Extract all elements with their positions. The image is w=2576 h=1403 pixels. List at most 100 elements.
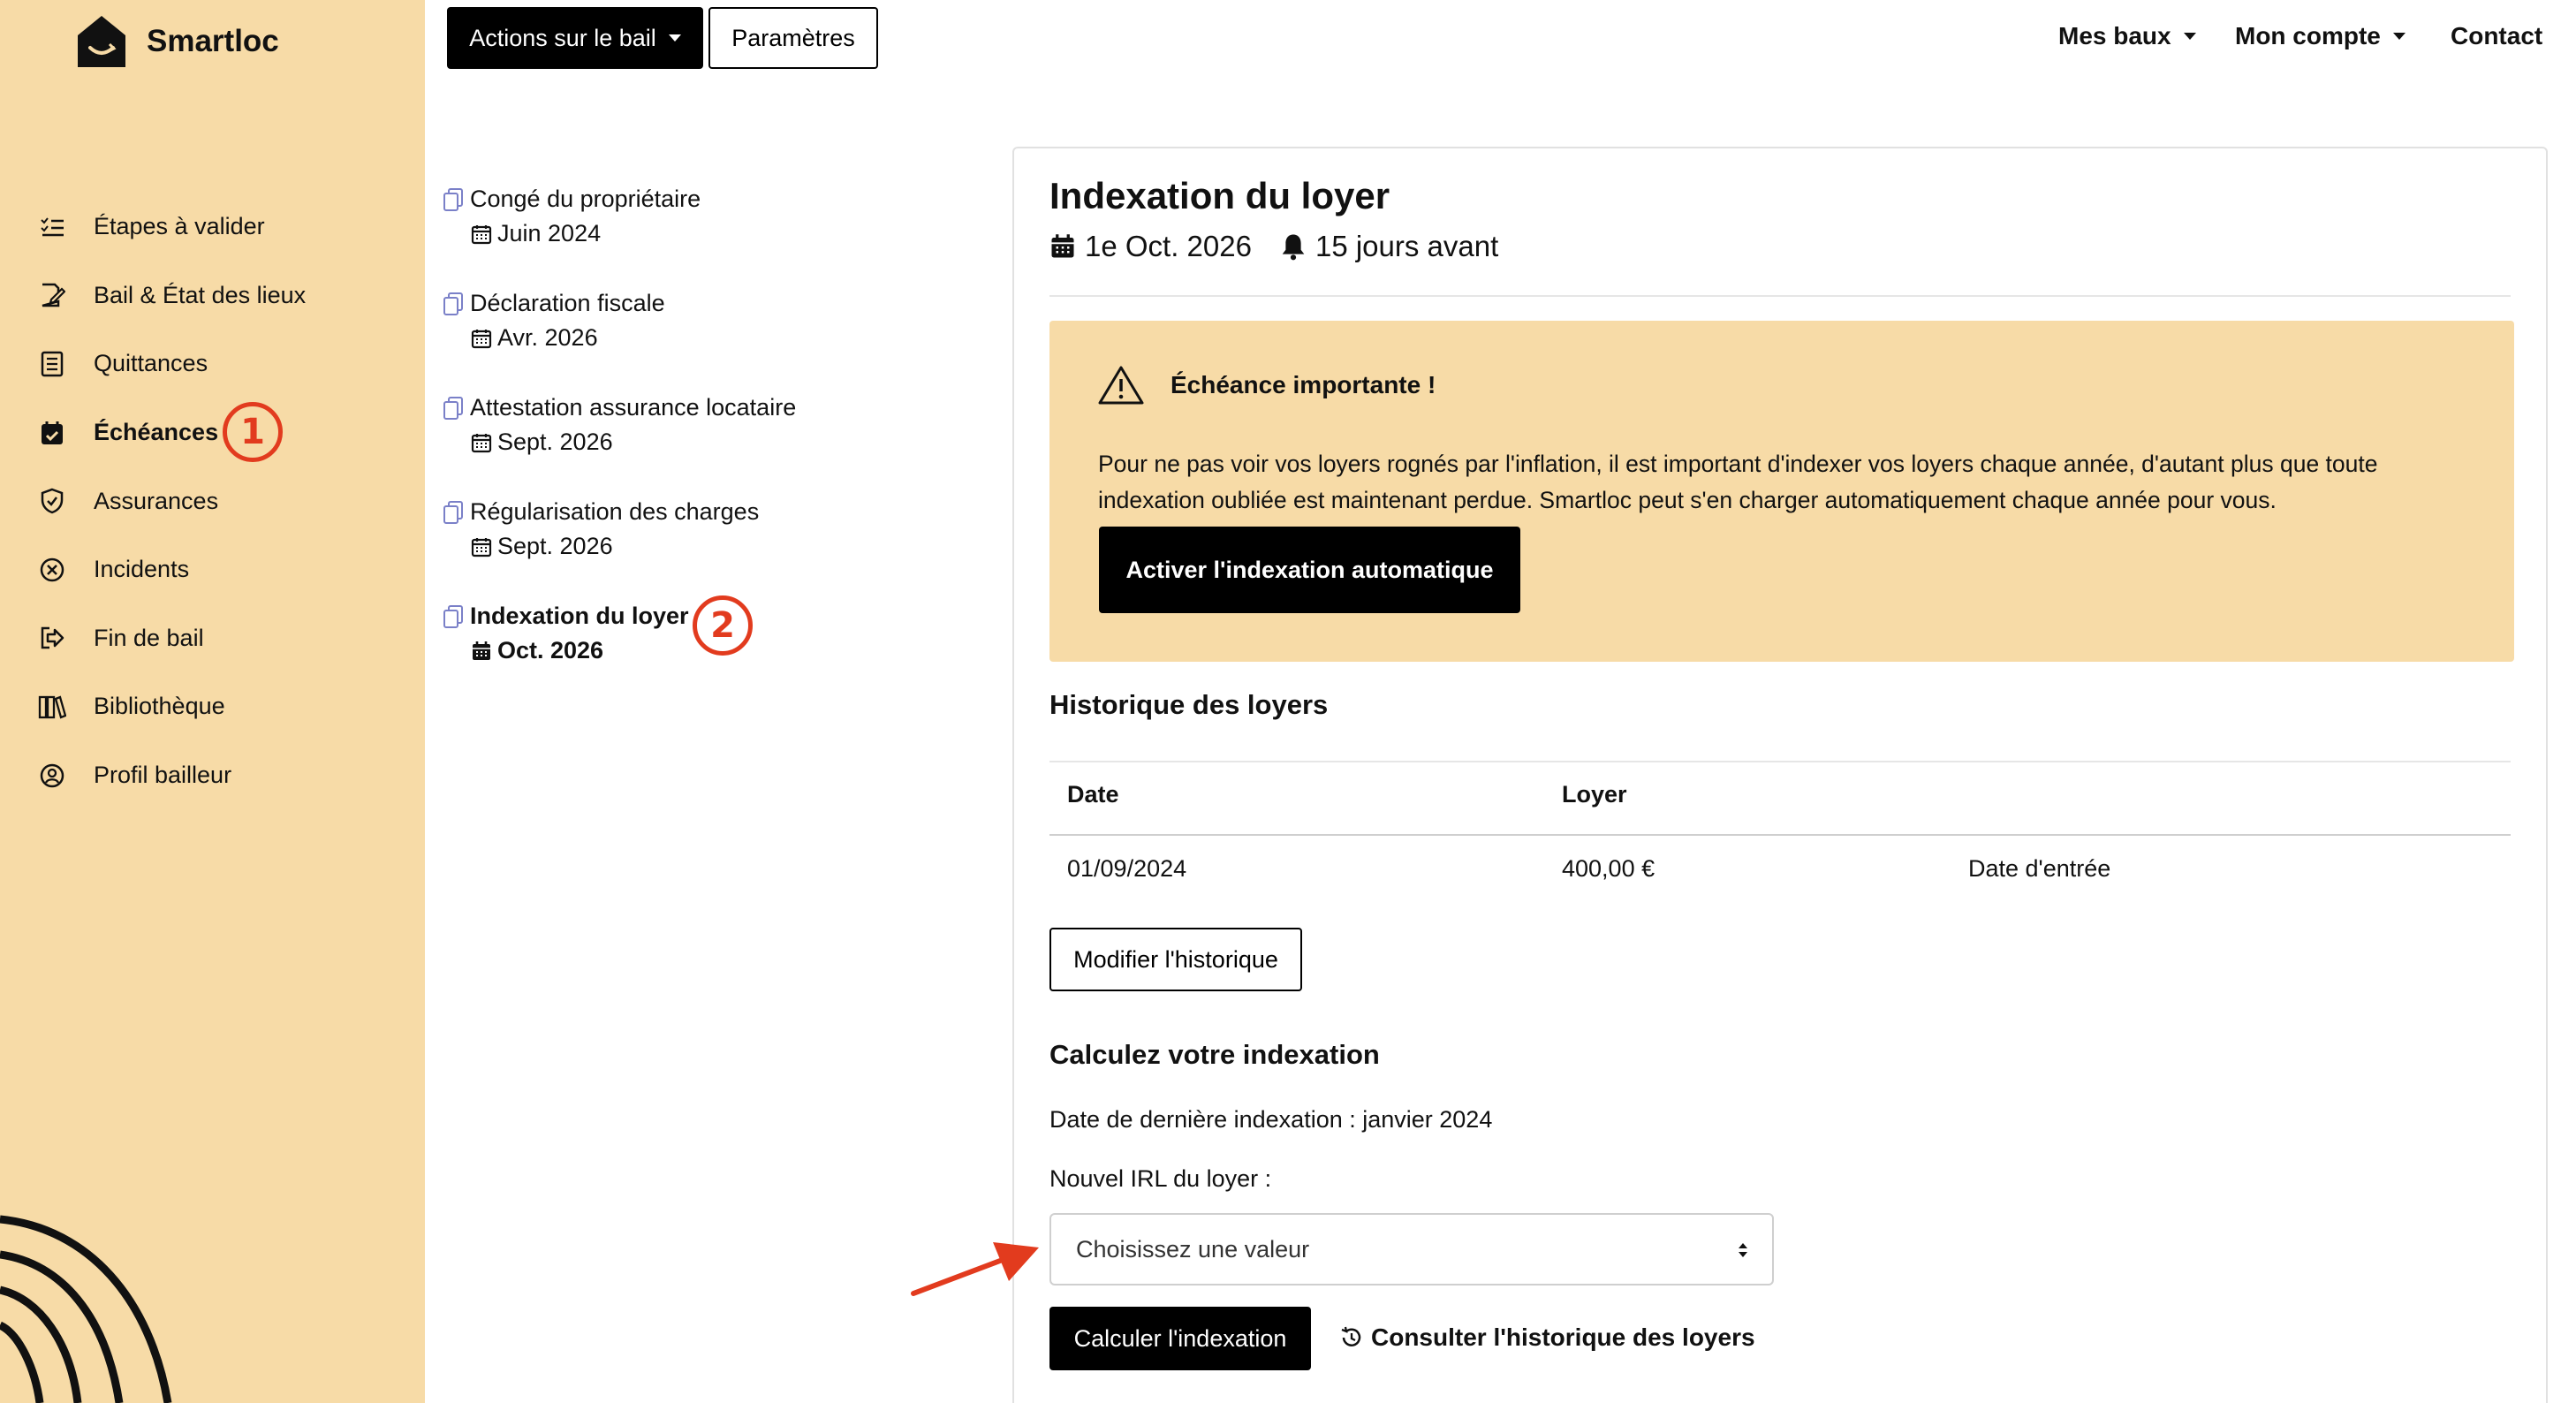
timeline-item-title: Attestation assurance locataire xyxy=(470,394,797,421)
chevron-down-icon xyxy=(2183,33,2196,40)
timeline-item-current[interactable]: Indexation du loyer Oct. 2026 2 xyxy=(442,595,753,664)
detail-date: 1e Oct. 2026 xyxy=(1085,230,1252,262)
timeline-item-date: Juin 2024 xyxy=(497,220,602,246)
table-cell-rent: 400,00 € xyxy=(1562,855,1655,882)
sidebar-item-echeances[interactable]: Échéances 1 xyxy=(37,398,417,467)
deadline-detail-card: Indexation du loyer 1e Oct. 2026 15 jour… xyxy=(1012,147,2548,1403)
receipt-icon xyxy=(37,349,67,379)
actions-menu-button[interactable]: Actions sur le bail xyxy=(447,7,703,69)
divider xyxy=(1049,295,2511,297)
calendar-icon xyxy=(471,433,492,452)
calendar-icon xyxy=(1051,234,1074,258)
sidebar-item-bail[interactable]: Bail & État des lieux xyxy=(37,262,417,330)
sidebar: Smartloc Étapes à valider Bail & État de… xyxy=(0,0,425,1403)
actions-button-label: Actions sur le bail xyxy=(469,24,656,51)
nav-mes-baux-label: Mes baux xyxy=(2058,22,2171,49)
sidebar-item-incidents[interactable]: Incidents xyxy=(37,535,417,604)
nav-mes-baux[interactable]: Mes baux xyxy=(2058,22,2196,50)
activate-auto-indexation-button[interactable]: Activer l'indexation automatique xyxy=(1099,527,1520,613)
timeline-item-date: Sept. 2026 xyxy=(497,428,613,455)
chevron-down-icon xyxy=(2392,33,2406,40)
nav-mon-compte[interactable]: Mon compte xyxy=(2235,22,2406,50)
sidebar-item-label: Fin de bail xyxy=(94,624,204,651)
sidebar-item-label: Assurances xyxy=(94,487,219,514)
annotation-badge-2: 2 xyxy=(693,595,753,656)
nav-mon-compte-label: Mon compte xyxy=(2235,22,2381,49)
annotation-arrow xyxy=(911,1242,1039,1296)
edit-history-button[interactable]: Modifier l'historique xyxy=(1049,928,1302,991)
warning-triangle-icon xyxy=(1098,366,1144,405)
exit-icon xyxy=(37,623,67,653)
timeline-item-date: Oct. 2026 xyxy=(497,637,604,664)
sidebar-item-assurances[interactable]: Assurances xyxy=(37,466,417,535)
rent-history-heading: Historique des loyers xyxy=(1049,689,1329,720)
checklist-icon xyxy=(37,212,67,242)
logo[interactable]: Smartloc xyxy=(72,12,279,71)
table-cell-date: 01/09/2024 xyxy=(1067,855,1187,882)
irl-select[interactable]: Choisissez une valeur xyxy=(1049,1213,1774,1285)
last-indexation-text: Date de dernière indexation : janvier 20… xyxy=(1049,1106,1493,1133)
alert-text: Pour ne pas voir vos loyers rognés par l… xyxy=(1098,451,2378,513)
house-logo-icon xyxy=(78,16,125,67)
books-icon xyxy=(37,692,67,722)
calendar-icon xyxy=(471,537,492,557)
detail-title: Indexation du loyer xyxy=(1049,175,1390,216)
copy-icon xyxy=(443,604,463,628)
chevron-down-icon xyxy=(668,34,681,42)
sidebar-item-label: Échéances xyxy=(94,419,219,446)
copy-icon xyxy=(443,187,463,211)
annotation-badge-1: 1 xyxy=(223,401,283,462)
nav-contact[interactable]: Contact xyxy=(2451,22,2542,50)
table-cell-note: Date d'entrée xyxy=(1968,855,2111,882)
sidebar-item-label: Incidents xyxy=(94,556,190,583)
timeline-item-title: Déclaration fiscale xyxy=(470,290,665,316)
user-circle-icon xyxy=(37,761,67,791)
sidebar-item-bibliotheque[interactable]: Bibliothèque xyxy=(37,672,417,741)
calc-heading: Calculez votre indexation xyxy=(1049,1039,1380,1070)
calendar-check-icon xyxy=(37,418,67,448)
timeline-item[interactable]: Régularisation des charges Sept. 2026 xyxy=(442,498,759,560)
shield-icon xyxy=(37,486,67,516)
timeline-item-title: Congé du propriétaire xyxy=(470,186,701,212)
copy-icon xyxy=(443,500,463,524)
app-name: Smartloc xyxy=(147,24,279,58)
x-circle-icon xyxy=(37,555,67,585)
edit-document-icon xyxy=(37,280,67,310)
alert-header: Échéance importante ! xyxy=(1098,365,1436,406)
rent-history-link[interactable]: Consulter l'historique des loyers xyxy=(1339,1323,1755,1352)
sidebar-item-etapes[interactable]: Étapes à valider xyxy=(37,193,417,262)
table-header-rent: Loyer xyxy=(1562,781,1627,808)
select-arrows-icon xyxy=(1739,1243,1747,1257)
sidebar-item-label: Profil bailleur xyxy=(94,762,232,789)
sidebar-item-label: Étapes à valider xyxy=(94,213,265,240)
calculate-indexation-button[interactable]: Calculer l'indexation xyxy=(1049,1307,1311,1370)
table-header-border xyxy=(1049,834,2511,836)
bell-icon xyxy=(1282,234,1305,261)
irl-label: Nouvel IRL du loyer : xyxy=(1049,1165,1272,1192)
history-icon xyxy=(1341,1326,1361,1346)
timeline-item[interactable]: Congé du propriétaire Juin 2024 xyxy=(442,186,701,247)
sidebar-nav: Étapes à valider Bail & État des lieux Q… xyxy=(37,193,417,809)
timeline-item-title: Régularisation des charges xyxy=(470,498,760,525)
timeline-item[interactable]: Attestation assurance locataire Sept. 20… xyxy=(442,394,796,456)
alert-heading: Échéance importante ! xyxy=(1171,371,1436,398)
timeline-item-title: Indexation du loyer xyxy=(470,603,689,629)
copy-icon xyxy=(443,396,463,420)
detail-reminder: 15 jours avant xyxy=(1315,230,1499,262)
calendar-icon xyxy=(473,641,490,660)
timeline-item-date: Sept. 2026 xyxy=(497,533,613,559)
settings-button[interactable]: Paramètres xyxy=(708,7,878,69)
sidebar-item-quittances[interactable]: Quittances xyxy=(37,330,417,398)
decorative-arcs xyxy=(0,1215,172,1403)
sidebar-item-fin-de-bail[interactable]: Fin de bail xyxy=(37,604,417,673)
copy-icon xyxy=(443,292,463,315)
calendar-icon xyxy=(471,329,492,348)
timeline-item[interactable]: Déclaration fiscale Avr. 2026 xyxy=(442,290,665,352)
sidebar-item-label: Bibliothèque xyxy=(94,693,225,720)
important-alert: Échéance importante ! Pour ne pas voir v… xyxy=(1049,321,2514,662)
sidebar-item-profil[interactable]: Profil bailleur xyxy=(37,741,417,810)
rent-history-link-label: Consulter l'historique des loyers xyxy=(1371,1323,1755,1351)
sidebar-item-label: Bail & État des lieux xyxy=(94,281,307,308)
detail-meta: 1e Oct. 2026 15 jours avant xyxy=(1049,230,1498,263)
calendar-icon xyxy=(471,224,492,244)
